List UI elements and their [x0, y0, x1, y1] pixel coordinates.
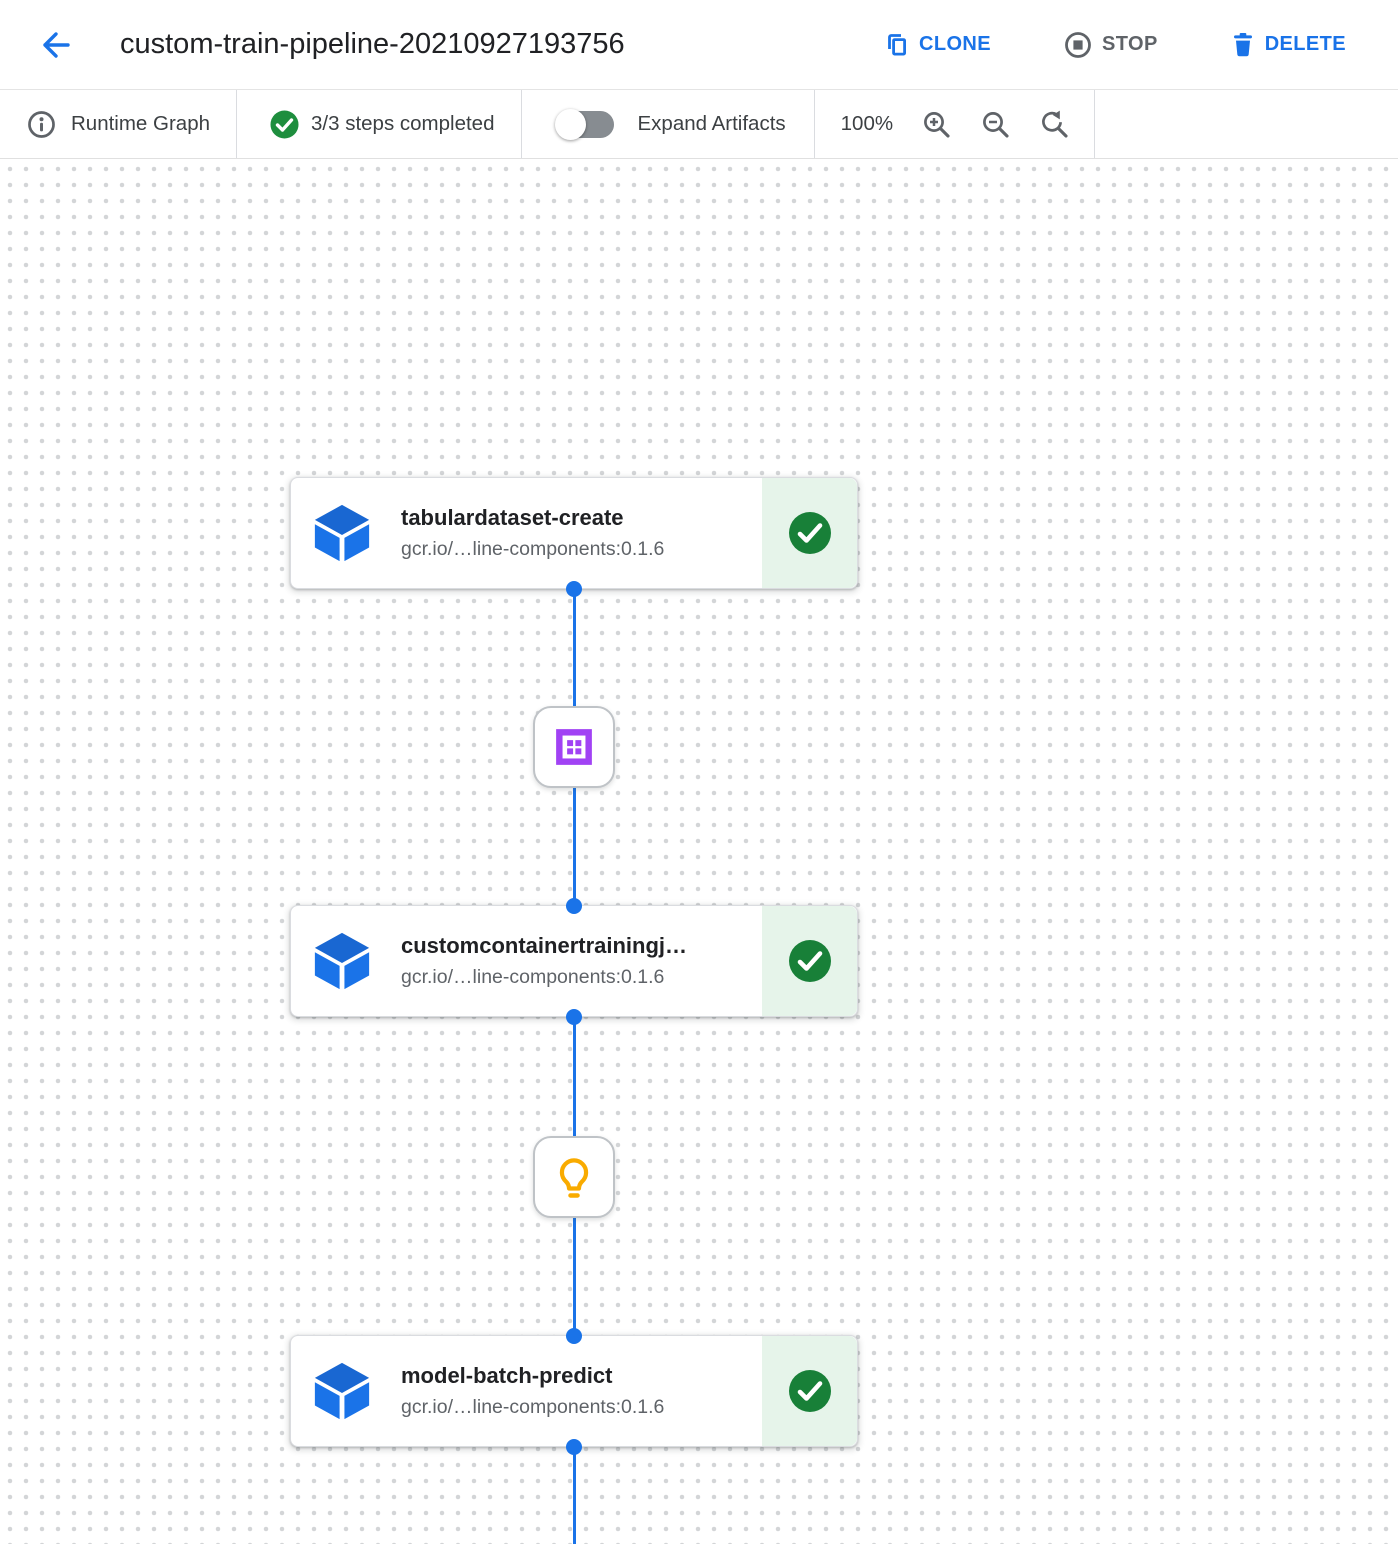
steps-completed-check-icon [269, 109, 300, 140]
zoom-level-value: 100% [841, 112, 893, 136]
stop-button[interactable]: STOP [1063, 30, 1158, 60]
graph-toolbar: Runtime Graph 3/3 steps completed Expand… [0, 90, 1398, 159]
stop-label: STOP [1102, 33, 1158, 56]
header-actions: CLONE STOP DELETE [884, 30, 1398, 60]
node-title: model-batch-predict [401, 1363, 664, 1389]
runtime-graph-label: Runtime Graph [71, 112, 210, 136]
delete-button[interactable]: DELETE [1230, 31, 1346, 58]
dataset-artifact-icon [552, 725, 596, 769]
edge-port-dot [566, 581, 582, 597]
node-text-block: model-batch-predict gcr.io/…line-compone… [401, 1363, 664, 1419]
zoom-in-icon [921, 109, 952, 140]
check-circle-icon [787, 510, 833, 556]
toolbar-divider [236, 90, 237, 158]
toolbar-divider [1094, 90, 1095, 158]
steps-completed-label: 3/3 steps completed [311, 112, 494, 136]
node-text-block: tabulardataset-create gcr.io/…line-compo… [401, 505, 664, 561]
zoom-in-button[interactable] [921, 109, 952, 140]
runtime-graph-section: Runtime Graph [26, 109, 210, 140]
toolbar-divider [521, 90, 522, 158]
toggle-knob [555, 109, 586, 140]
node-subtitle: gcr.io/…line-components:0.1.6 [401, 966, 687, 989]
check-circle-icon [787, 1368, 833, 1414]
expand-artifacts-toggle[interactable] [558, 111, 614, 138]
node-subtitle: gcr.io/…line-components:0.1.6 [401, 1396, 664, 1419]
node-status-completed [762, 478, 857, 588]
node-subtitle: gcr.io/…line-components:0.1.6 [401, 538, 664, 561]
container-task-icon [311, 1360, 373, 1422]
page-title: custom-train-pipeline-20210927193756 [120, 28, 625, 61]
node-status-completed [762, 1336, 857, 1446]
model-artifact-icon [551, 1154, 597, 1200]
artifact-node-model[interactable] [533, 1136, 615, 1218]
page-header: custom-train-pipeline-20210927193756 CLO… [0, 0, 1398, 90]
info-icon[interactable] [26, 109, 57, 140]
task-node-model-batch-predict[interactable]: model-batch-predict gcr.io/…line-compone… [290, 1335, 858, 1447]
stop-icon [1063, 30, 1093, 60]
edge-port-dot [566, 1328, 582, 1344]
edge-port-dot [566, 1009, 582, 1025]
task-node-customcontainertrainingjob[interactable]: customcontainertrainingj… gcr.io/…line-c… [290, 905, 858, 1017]
task-node-tabulardataset-create[interactable]: tabulardataset-create gcr.io/…line-compo… [290, 477, 858, 589]
clone-icon [884, 32, 910, 58]
zoom-reset-icon [1039, 109, 1070, 140]
zoom-out-button[interactable] [980, 109, 1011, 140]
check-circle-icon [787, 938, 833, 984]
clone-button[interactable]: CLONE [884, 32, 991, 58]
toolbar-divider [814, 90, 815, 158]
node-title: customcontainertrainingj… [401, 933, 687, 959]
container-task-icon [311, 502, 373, 564]
node-title: tabulardataset-create [401, 505, 664, 531]
container-task-icon [311, 930, 373, 992]
arrow-back-icon [35, 27, 71, 63]
delete-icon [1230, 31, 1256, 58]
node-text-block: customcontainertrainingj… gcr.io/…line-c… [401, 933, 687, 989]
zoom-reset-button[interactable] [1039, 109, 1070, 140]
pipeline-graph-canvas[interactable]: tabulardataset-create gcr.io/…line-compo… [0, 159, 1398, 1544]
artifact-node-dataset[interactable] [533, 706, 615, 788]
zoom-out-icon [980, 109, 1011, 140]
edge-port-dot [566, 1439, 582, 1455]
clone-label: CLONE [919, 33, 991, 56]
delete-label: DELETE [1265, 33, 1346, 56]
node-status-completed [762, 906, 857, 1016]
back-button[interactable] [34, 26, 72, 64]
edge-port-dot [566, 898, 582, 914]
graph-edge [573, 1447, 576, 1544]
steps-completed-section: 3/3 steps completed [269, 109, 494, 140]
expand-artifacts-label: Expand Artifacts [638, 112, 786, 136]
